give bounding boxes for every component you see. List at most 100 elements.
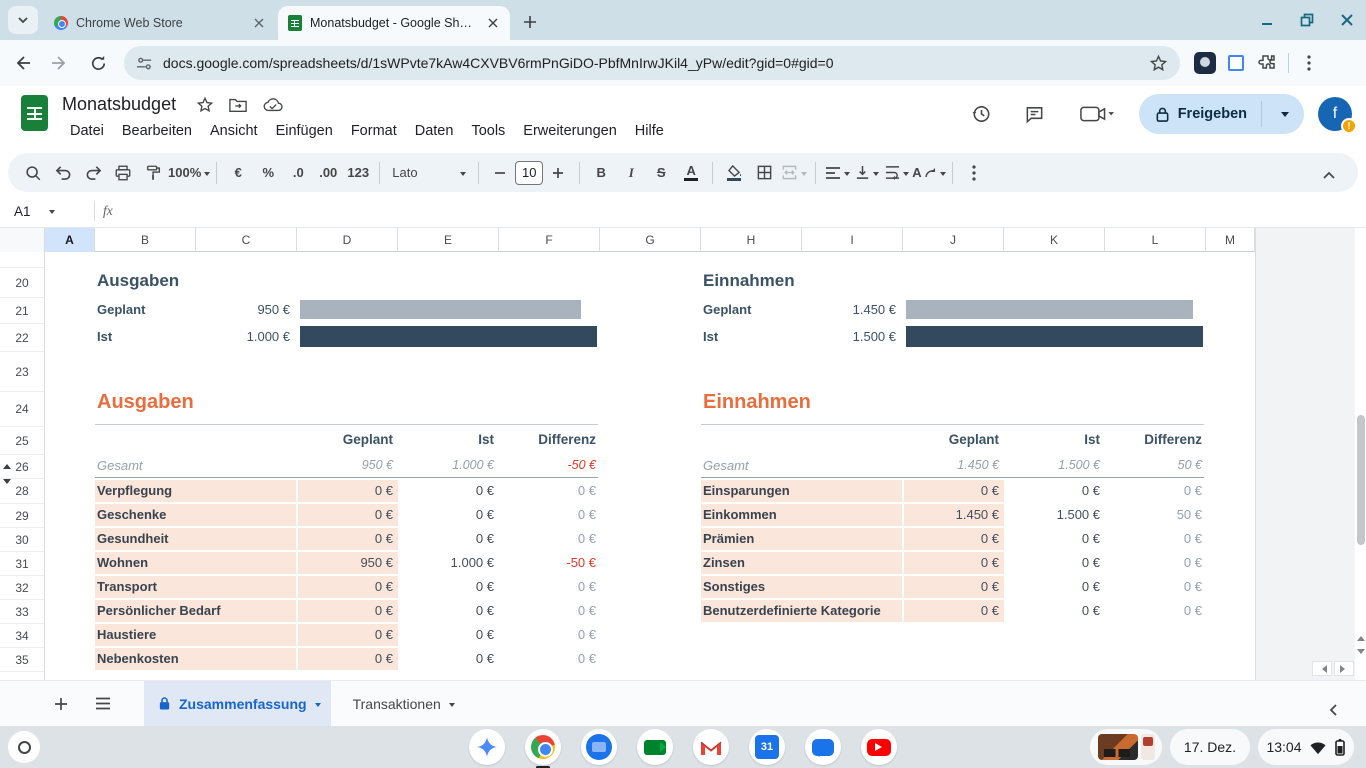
select-all-corner[interactable]	[0, 228, 45, 252]
increase-font-size-button[interactable]	[543, 158, 573, 188]
row-header[interactable]: 30	[0, 528, 44, 552]
fill-color-button[interactable]	[719, 158, 749, 188]
paint-format-icon[interactable]	[138, 158, 168, 188]
table-row[interactable]: Wohnen 950 € 1.000 € -50 €	[95, 550, 598, 574]
sheet-tab-transaktionen[interactable]: Transaktionen	[339, 681, 465, 727]
decrease-font-size-button[interactable]	[485, 158, 515, 188]
version-history-icon[interactable]	[961, 94, 1001, 134]
star-icon[interactable]	[196, 96, 214, 114]
move-folder-icon[interactable]	[228, 96, 248, 114]
table-row[interactable]: Zinsen 0 € 0 € 0 €	[701, 550, 1204, 574]
table-row[interactable]: Persönlicher Bedarf 0 € 0 € 0 €	[95, 598, 598, 622]
text-wrap-button[interactable]	[882, 158, 912, 188]
account-avatar[interactable]: f !	[1318, 97, 1352, 131]
sheet-tab-zusammenfassung[interactable]: Zusammenfassung	[144, 681, 331, 727]
calendar-app-icon[interactable]: 31	[749, 729, 785, 765]
menu-item[interactable]: Tools	[463, 120, 513, 142]
table-row[interactable]: Einkommen 1.450 € 1.500 € 50 €	[701, 502, 1204, 526]
site-info-icon[interactable]	[136, 55, 153, 72]
gmail-app-icon[interactable]	[693, 729, 729, 765]
row-header[interactable]: 31	[0, 552, 44, 576]
column-header[interactable]: C	[196, 228, 297, 252]
row-header[interactable]: 32	[0, 576, 44, 600]
column-header[interactable]: L	[1105, 228, 1206, 252]
horizontal-align-button[interactable]	[822, 158, 852, 188]
menu-item[interactable]: Ansicht	[202, 120, 266, 142]
scroll-up-button[interactable]	[1355, 628, 1366, 644]
new-tab-button[interactable]	[516, 8, 544, 36]
tab-search-button[interactable]	[8, 6, 38, 34]
print-icon[interactable]	[108, 158, 138, 188]
format-currency-button[interactable]: €	[223, 158, 253, 188]
cloud-status-icon[interactable]	[262, 96, 284, 114]
window-restore-button[interactable]	[1296, 9, 1318, 31]
table-row[interactable]: Sonstiges 0 € 0 € 0 €	[701, 574, 1204, 598]
row-header[interactable]: 23	[0, 352, 44, 392]
window-manager-icon[interactable]	[1228, 55, 1244, 71]
gemini-app-icon[interactable]	[469, 729, 505, 765]
tab-close-icon[interactable]	[250, 14, 268, 32]
share-button[interactable]: Freigeben	[1139, 94, 1304, 134]
row-header[interactable]: 21	[0, 298, 44, 324]
table-row[interactable]: Geschenke 0 € 0 € 0 €	[95, 502, 598, 526]
name-box-dropdown-icon[interactable]	[49, 210, 55, 217]
chart-bar-row[interactable]: Geplant 1.450 €	[701, 296, 1221, 322]
sheets-logo[interactable]	[21, 95, 48, 131]
scroll-right-button[interactable]	[1334, 661, 1354, 676]
row-header[interactable]: 22	[0, 324, 44, 352]
url-text[interactable]: docs.google.com/spreadsheets/d/1sWPvte7k…	[163, 55, 1139, 71]
row-header[interactable]: 35	[0, 648, 44, 672]
calendar-date-button[interactable]: 17. Dez.	[1170, 729, 1250, 765]
column-header[interactable]: B	[95, 228, 196, 252]
meet-app-icon[interactable]	[637, 729, 673, 765]
table-row[interactable]: Transport 0 € 0 € 0 €	[95, 574, 598, 598]
status-tray[interactable]: 13:04	[1258, 729, 1354, 765]
font-select[interactable]: Lato	[386, 158, 472, 188]
chart-bar-row[interactable]: Ist 1.000 €	[95, 322, 615, 350]
column-header[interactable]: K	[1004, 228, 1105, 252]
row-header[interactable]: 24	[0, 392, 44, 427]
menu-item[interactable]: Datei	[62, 120, 112, 142]
share-dropdown[interactable]	[1270, 98, 1300, 130]
search-menus-button[interactable]	[18, 158, 48, 188]
more-formats-button[interactable]: 123	[343, 158, 373, 188]
chart-bar-row[interactable]: Ist 1.500 €	[701, 322, 1221, 350]
table-row[interactable]: Einsparungen 0 € 0 € 0 €	[701, 478, 1204, 502]
scroll-left-button[interactable]	[1312, 661, 1332, 676]
chart-bar-row[interactable]: Geplant 950 €	[95, 296, 615, 322]
youtube-app-icon[interactable]	[861, 729, 897, 765]
vertical-scrollbar-thumb[interactable]	[1357, 415, 1365, 545]
browser-tab-monatsbudget[interactable]: Monatsbudget - Google Sheets	[278, 6, 510, 40]
menu-item[interactable]: Einfügen	[268, 120, 341, 142]
holding-space-tray[interactable]	[1090, 729, 1162, 765]
table-total-row[interactable]: Gesamt 1.450 € 1.500 € 50 €	[701, 453, 1204, 478]
name-box[interactable]: A1	[0, 204, 86, 219]
column-header[interactable]: E	[398, 228, 499, 252]
back-button[interactable]	[6, 47, 38, 79]
undo-icon[interactable]	[48, 158, 78, 188]
column-header[interactable]: J	[903, 228, 1004, 252]
scroll-down-button[interactable]	[1355, 645, 1366, 661]
hidden-rows-marker-bottom[interactable]	[3, 479, 11, 484]
text-rotation-button[interactable]: A	[912, 158, 945, 188]
table-row[interactable]: Prämien 0 € 0 € 0 €	[701, 526, 1204, 550]
screenshot-thumbnail[interactable]	[1141, 734, 1155, 760]
hidden-rows-marker-top[interactable]	[3, 464, 11, 469]
column-header[interactable]: F	[499, 228, 600, 252]
table-row[interactable]: Benutzerdefinierte Kategorie 0 € 0 € 0 €	[701, 598, 1204, 622]
table-row[interactable]: Verpflegung 0 € 0 € 0 €	[95, 478, 598, 502]
bold-button[interactable]: B	[586, 158, 616, 188]
column-header[interactable]: I	[802, 228, 903, 252]
toolbar-more-icon[interactable]	[959, 158, 989, 188]
comments-icon[interactable]	[1015, 94, 1055, 134]
column-header[interactable]: D	[297, 228, 398, 252]
row-header[interactable]: 34	[0, 624, 44, 648]
window-minimize-button[interactable]	[1256, 9, 1278, 31]
url-bar[interactable]: docs.google.com/spreadsheets/d/1sWPvte7k…	[124, 46, 1180, 80]
zoom-select[interactable]: 100%	[168, 158, 210, 188]
font-size-input[interactable]: 10	[515, 161, 543, 185]
increase-decimals-button[interactable]: .00	[313, 158, 343, 188]
bookmark-star-icon[interactable]	[1149, 54, 1168, 73]
menu-item[interactable]: Hilfe	[627, 120, 672, 142]
table-row[interactable]: Nebenkosten 0 € 0 € 0 €	[95, 646, 598, 670]
